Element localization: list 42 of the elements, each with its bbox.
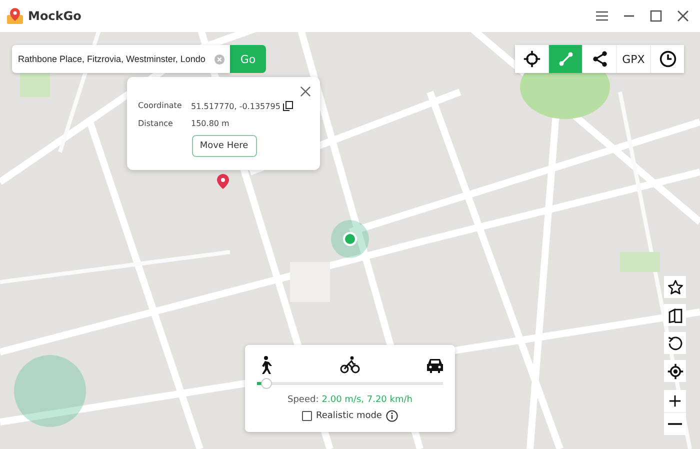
zoom-in-button[interactable] [664,390,686,412]
menu-icon[interactable] [595,9,609,23]
speed-label: Speed: [288,395,319,405]
reset-icon [666,334,684,352]
plus-icon [667,393,683,409]
field-value: 51.517770, -0.135795 [191,102,280,110]
toolbar-button[interactable] [583,45,616,73]
app-logo-icon [6,7,24,25]
locate-icon [666,362,684,380]
side-tool-button[interactable] [664,360,686,382]
toolbar-button[interactable] [515,45,548,73]
gpx-button[interactable]: GPX [617,45,650,73]
star-icon [666,278,684,296]
current-location-marker[interactable] [331,220,369,258]
minus-icon [668,423,682,425]
maximize-icon[interactable] [649,9,663,23]
close-icon[interactable] [676,9,690,23]
copy-icon[interactable] [283,101,294,111]
field-label: Distance [138,119,174,128]
app-title: MockGo [28,9,82,23]
clock-icon [658,50,676,68]
close-icon[interactable] [300,86,311,97]
move-here-button[interactable]: Move Here [192,135,256,157]
side-tool-button[interactable] [664,276,686,298]
book-icon [666,306,684,324]
zoom-out-button[interactable] [664,413,686,435]
field-label: Coordinate [138,101,183,111]
search-field[interactable]: Rathbone Place, Fitzrovia, Westminster, Londo [12,45,230,73]
bicycle-icon[interactable] [340,355,360,375]
info-icon[interactable] [386,410,398,422]
side-tool-button[interactable] [664,304,686,326]
field-value: 150.80 m [191,119,230,128]
toolbar-button[interactable] [651,45,684,73]
speed-value: 2.00 m/s, 7.20 km/h [322,395,412,405]
destination-pin-icon [217,174,229,189]
route-icon [556,50,574,68]
realistic-mode-label: Realistic mode [316,411,382,421]
share-icon [590,50,608,68]
crosshair-icon [522,50,540,68]
realistic-mode-checkbox[interactable] [302,411,312,421]
slider-thumb[interactable] [261,378,272,389]
side-tool-button[interactable] [664,332,686,354]
